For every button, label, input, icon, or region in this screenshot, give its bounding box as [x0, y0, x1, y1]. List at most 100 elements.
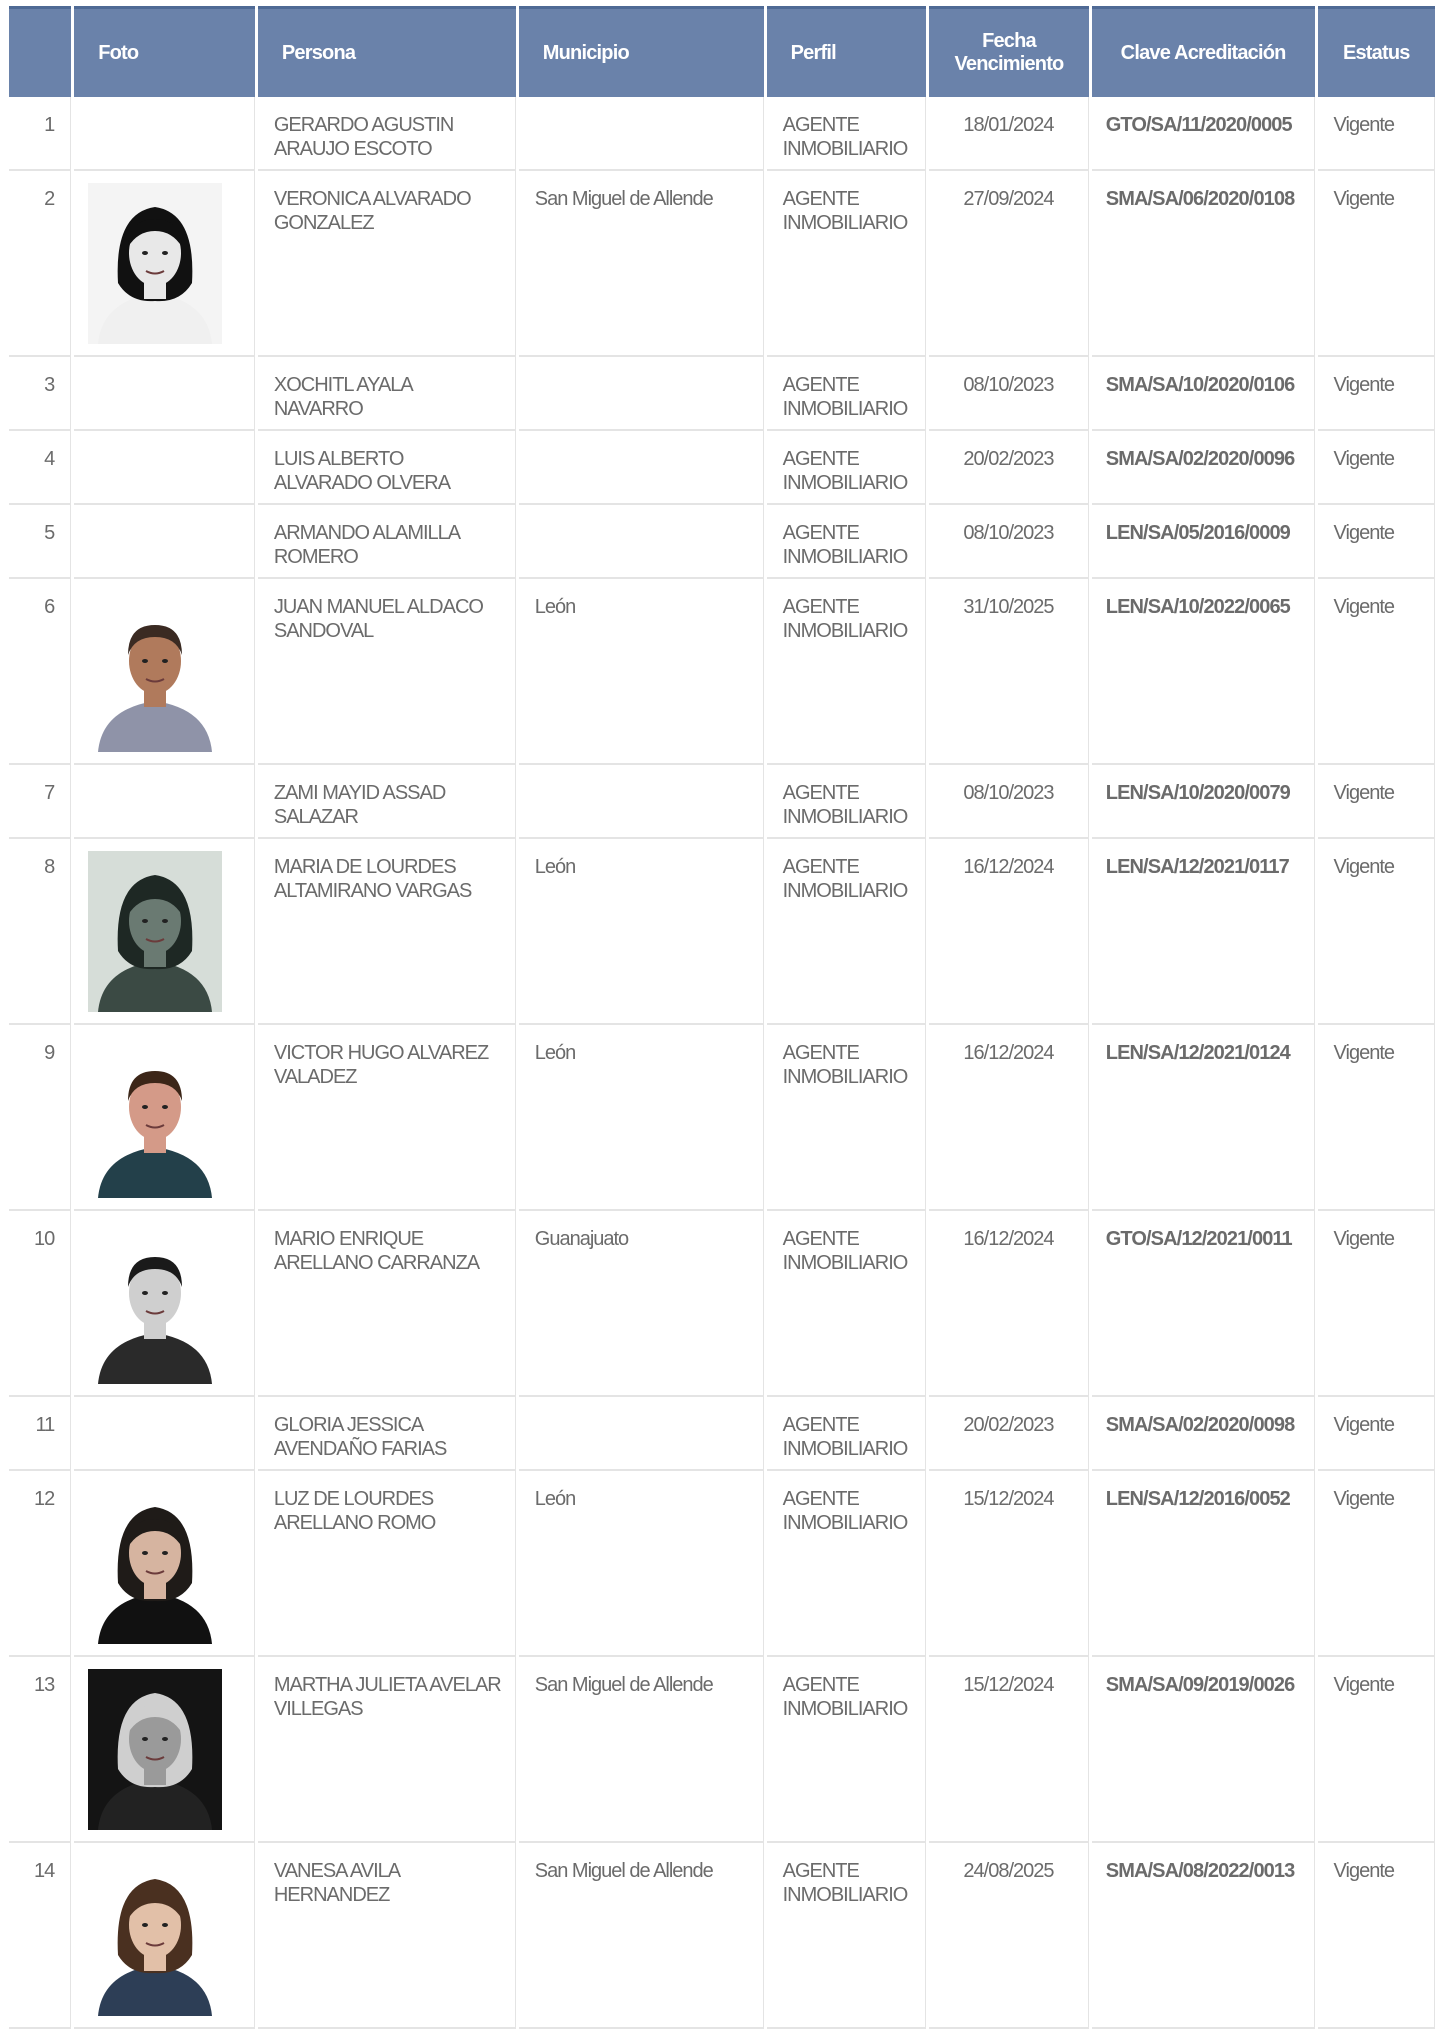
persona-cell: LUZ DE LOURDES ARELLANO ROMO: [257, 1471, 516, 1657]
header-perfil[interactable]: Perfil: [766, 6, 927, 97]
accreditation-table-container: Foto Persona Municipio Perfil Fecha Venc…: [6, 6, 1438, 2029]
clave-cell: LEN/SA/12/2016/0052: [1091, 1471, 1315, 1657]
municipio-cell: San Miguel de Allende: [518, 1843, 764, 2029]
clave-cell: SMA/SA/09/2019/0026: [1091, 1657, 1315, 1843]
estatus-cell: Vigente: [1317, 357, 1435, 431]
row-number: 4: [9, 431, 72, 505]
estatus-cell: Vigente: [1317, 1657, 1435, 1843]
header-clave-acreditacion[interactable]: Clave Acreditación: [1091, 6, 1315, 97]
municipio-cell: [518, 97, 764, 171]
header-foto[interactable]: Foto: [74, 6, 255, 97]
estatus-cell: Vigente: [1317, 1025, 1435, 1211]
perfil-cell: AGENTE INMOBILIARIO: [766, 579, 927, 765]
table-row: 2 VERONICA ALVARADO GONZALEZ San Miguel …: [9, 171, 1435, 357]
fecha-cell: 15/12/2024: [929, 1657, 1089, 1843]
perfil-cell: AGENTE INMOBILIARIO: [766, 1843, 927, 2029]
persona-cell: GLORIA JESSICA AVENDAÑO FARIAS: [257, 1397, 516, 1471]
person-photo: [88, 183, 223, 344]
perfil-cell: AGENTE INMOBILIARIO: [766, 1025, 927, 1211]
table-row: 10 MARIO ENRIQUE ARELLANO CARRANZA Guana…: [9, 1211, 1435, 1397]
header-municipio[interactable]: Municipio: [518, 6, 764, 97]
persona-cell: VERONICA ALVARADO GONZALEZ: [257, 171, 516, 357]
row-number: 5: [9, 505, 72, 579]
accreditation-table: Foto Persona Municipio Perfil Fecha Venc…: [6, 6, 1438, 2029]
fecha-cell: 20/02/2023: [929, 431, 1089, 505]
header-fecha-vencimiento[interactable]: Fecha Vencimiento: [929, 6, 1089, 97]
photo-cell: [74, 765, 255, 839]
photo-cell: [74, 357, 255, 431]
photo-cell: [74, 1025, 255, 1211]
clave-cell: SMA/SA/10/2020/0106: [1091, 357, 1315, 431]
photo-cell: [74, 505, 255, 579]
fecha-cell: 24/08/2025: [929, 1843, 1089, 2029]
municipio-cell: León: [518, 1471, 764, 1657]
persona-cell: GERARDO AGUSTIN ARAUJO ESCOTO: [257, 97, 516, 171]
perfil-cell: AGENTE INMOBILIARIO: [766, 171, 927, 357]
persona-cell: MARIA DE LOURDES ALTAMIRANO VARGAS: [257, 839, 516, 1025]
clave-cell: LEN/SA/12/2021/0117: [1091, 839, 1315, 1025]
row-number: 6: [9, 579, 72, 765]
estatus-cell: Vigente: [1317, 97, 1435, 171]
table-row: 4 LUIS ALBERTO ALVARADO OLVERA AGENTE IN…: [9, 431, 1435, 505]
clave-cell: LEN/SA/10/2020/0079: [1091, 765, 1315, 839]
estatus-cell: Vigente: [1317, 505, 1435, 579]
clave-cell: LEN/SA/05/2016/0009: [1091, 505, 1315, 579]
photo-cell: [74, 171, 255, 357]
municipio-cell: [518, 505, 764, 579]
perfil-cell: AGENTE INMOBILIARIO: [766, 765, 927, 839]
clave-cell: SMA/SA/06/2020/0108: [1091, 171, 1315, 357]
table-row: 8 MARIA DE LOURDES ALTAMIRANO VARGAS Leó…: [9, 839, 1435, 1025]
photo-cell: [74, 97, 255, 171]
row-number: 8: [9, 839, 72, 1025]
row-number: 2: [9, 171, 72, 357]
photo-cell: [74, 1657, 255, 1843]
municipio-cell: León: [518, 1025, 764, 1211]
persona-cell: ARMANDO ALAMILLA ROMERO: [257, 505, 516, 579]
perfil-cell: AGENTE INMOBILIARIO: [766, 505, 927, 579]
perfil-cell: AGENTE INMOBILIARIO: [766, 431, 927, 505]
estatus-cell: Vigente: [1317, 1471, 1435, 1657]
photo-cell: [74, 1397, 255, 1471]
row-number: 14: [9, 1843, 72, 2029]
perfil-cell: AGENTE INMOBILIARIO: [766, 1397, 927, 1471]
municipio-cell: [518, 1397, 764, 1471]
row-number: 7: [9, 765, 72, 839]
fecha-cell: 18/01/2024: [929, 97, 1089, 171]
photo-cell: [74, 431, 255, 505]
header-estatus[interactable]: Estatus: [1317, 6, 1435, 97]
estatus-cell: Vigente: [1317, 839, 1435, 1025]
table-row: 1 GERARDO AGUSTIN ARAUJO ESCOTO AGENTE I…: [9, 97, 1435, 171]
photo-cell: [74, 1843, 255, 2029]
clave-cell: SMA/SA/02/2020/0098: [1091, 1397, 1315, 1471]
table-header: Foto Persona Municipio Perfil Fecha Venc…: [9, 6, 1435, 97]
persona-cell: JUAN MANUEL ALDACO SANDOVAL: [257, 579, 516, 765]
fecha-cell: 16/12/2024: [929, 1025, 1089, 1211]
header-index[interactable]: [9, 6, 72, 97]
clave-cell: LEN/SA/12/2021/0124: [1091, 1025, 1315, 1211]
persona-cell: XOCHITL AYALA NAVARRO: [257, 357, 516, 431]
perfil-cell: AGENTE INMOBILIARIO: [766, 839, 927, 1025]
table-row: 14 VANESA AVILA HERNANDEZ San Miguel de …: [9, 1843, 1435, 2029]
person-photo: [88, 1223, 223, 1384]
estatus-cell: Vigente: [1317, 1843, 1435, 2029]
fecha-cell: 20/02/2023: [929, 1397, 1089, 1471]
persona-cell: VICTOR HUGO ALVAREZ VALADEZ: [257, 1025, 516, 1211]
municipio-cell: [518, 357, 764, 431]
clave-cell: SMA/SA/02/2020/0096: [1091, 431, 1315, 505]
table-row: 13 MARTHA JULIETA AVELAR VILLEGAS San Mi…: [9, 1657, 1435, 1843]
table-row: 3 XOCHITL AYALA NAVARRO AGENTE INMOBILIA…: [9, 357, 1435, 431]
header-persona[interactable]: Persona: [257, 6, 516, 97]
photo-cell: [74, 1211, 255, 1397]
table-row: 9 VICTOR HUGO ALVAREZ VALADEZ León AGENT…: [9, 1025, 1435, 1211]
estatus-cell: Vigente: [1317, 431, 1435, 505]
municipio-cell: León: [518, 579, 764, 765]
person-photo: [88, 1669, 223, 1830]
estatus-cell: Vigente: [1317, 1397, 1435, 1471]
row-number: 10: [9, 1211, 72, 1397]
perfil-cell: AGENTE INMOBILIARIO: [766, 1211, 927, 1397]
municipio-cell: San Miguel de Allende: [518, 171, 764, 357]
fecha-cell: 31/10/2025: [929, 579, 1089, 765]
municipio-cell: San Miguel de Allende: [518, 1657, 764, 1843]
clave-cell: GTO/SA/11/2020/0005: [1091, 97, 1315, 171]
table-row: 11 GLORIA JESSICA AVENDAÑO FARIAS AGENTE…: [9, 1397, 1435, 1471]
